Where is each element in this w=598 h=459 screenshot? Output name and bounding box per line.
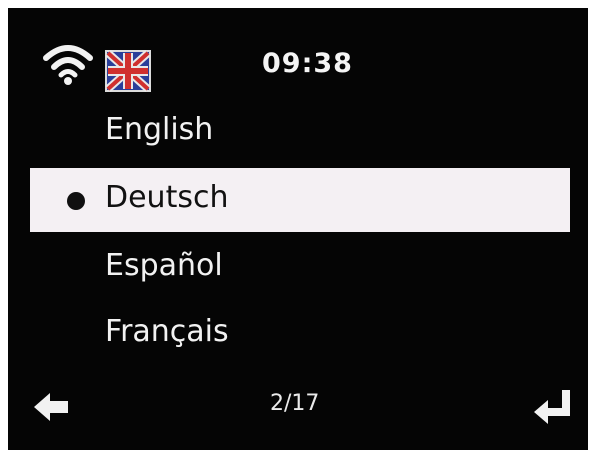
back-arrow-icon[interactable]: [32, 390, 72, 424]
selected-bullet-icon: [67, 192, 85, 210]
menu-item-label: Español: [105, 248, 223, 283]
menu-item-english[interactable]: English: [30, 100, 570, 164]
page-counter: 2/17: [270, 391, 320, 416]
enter-return-icon[interactable]: [532, 388, 574, 426]
menu-item-deutsch[interactable]: Deutsch: [30, 168, 570, 232]
footer-bar: 2/17: [8, 378, 588, 438]
menu-item-francais[interactable]: Français: [30, 302, 570, 366]
device-screen: 09:38 English Deutsch Español Français 2…: [8, 8, 588, 450]
menu-item-espanol[interactable]: Español: [30, 236, 570, 300]
menu-item-label: Français: [105, 314, 229, 349]
menu-item-label: Deutsch: [105, 180, 229, 215]
menu-item-label: English: [105, 112, 214, 147]
